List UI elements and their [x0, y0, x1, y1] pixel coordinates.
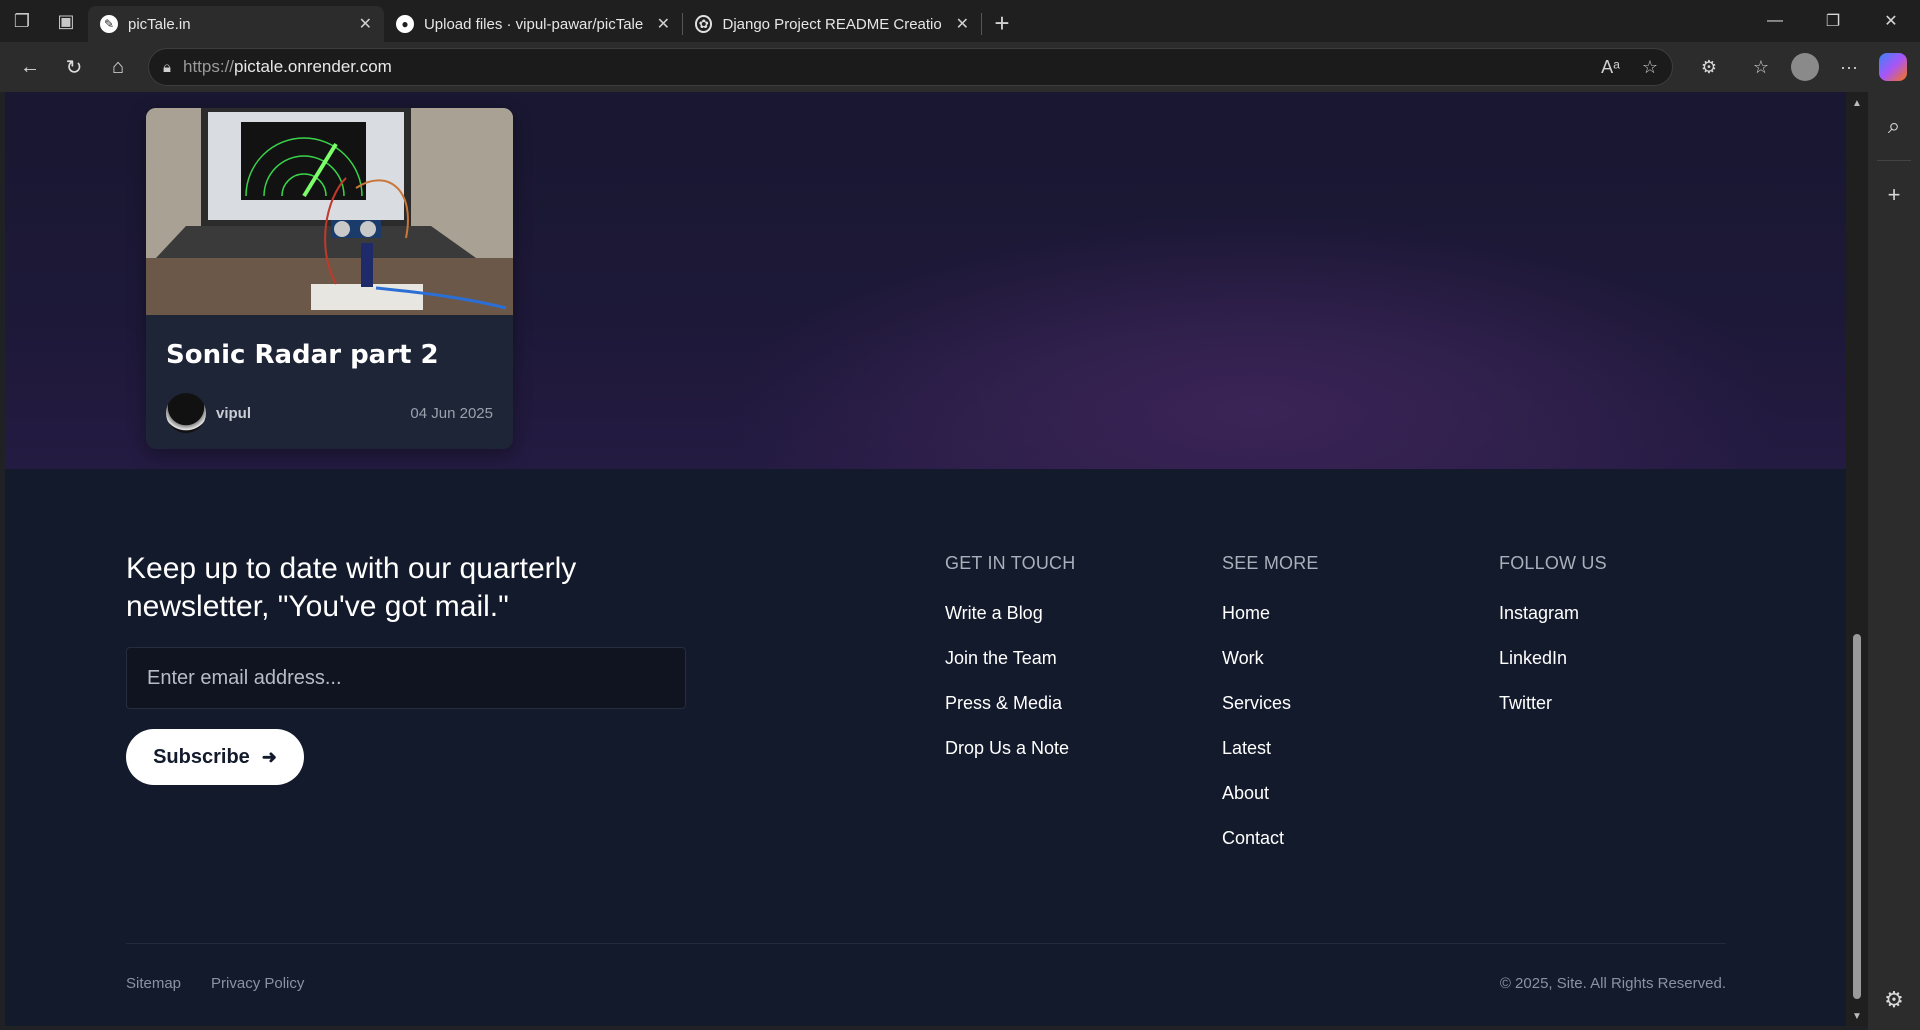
settings-gear-icon[interactable]: ⚙: [1874, 980, 1914, 1020]
edge-sidebar: ⌕ + ⚙: [1868, 92, 1920, 1030]
scrollbar-thumb[interactable]: [1853, 634, 1861, 999]
post-card[interactable]: Sonic Radar part 2 vipul 04 Jun 2025: [146, 108, 513, 449]
post-meta: vipul 04 Jun 2025: [166, 393, 493, 433]
browser-toolbar: ← ↻ ⌂ 🔒︎ https:// pictale.onrender.com A…: [0, 42, 1920, 92]
footer-column-see-more: SEE MORE Home Work Services Latest About…: [1222, 553, 1319, 872]
sitemap-link[interactable]: Sitemap: [126, 975, 181, 992]
tab-pictale[interactable]: ✎ picTale.in ✕: [88, 6, 384, 42]
url-scheme: https://: [182, 57, 235, 76]
restore-icon[interactable]: ❐: [1804, 0, 1862, 42]
footer-link[interactable]: Services: [1222, 692, 1319, 737]
close-tab-icon[interactable]: ✕: [345, 14, 372, 34]
footer-bottom-links: Sitemap Privacy Policy: [126, 975, 304, 992]
favorite-star-icon[interactable]: ☆: [1642, 57, 1658, 78]
footer-column-follow-us: FOLLOW US Instagram LinkedIn Twitter: [1499, 553, 1607, 737]
footer-link[interactable]: Home: [1222, 602, 1319, 647]
scroll-down-icon[interactable]: ▼: [1852, 1011, 1862, 1022]
newsletter-heading: Keep up to date with our quarterly newsl…: [126, 552, 577, 623]
lock-icon[interactable]: 🔒︎: [163, 59, 171, 76]
extensions-icon[interactable]: ⚙: [1687, 47, 1731, 87]
footer-column-heading: FOLLOW US: [1499, 553, 1607, 573]
footer-link[interactable]: Contact: [1222, 827, 1319, 872]
address-bar[interactable]: 🔒︎ https:// pictale.onrender.com A͏ᵃ ☆: [148, 48, 1673, 86]
post-author: vipul: [216, 404, 252, 422]
home-icon[interactable]: ⌂: [96, 47, 140, 87]
footer-link[interactable]: Twitter: [1499, 692, 1607, 737]
address-bar-actions: A͏ᵃ ☆: [1601, 57, 1658, 78]
refresh-icon[interactable]: ↻: [52, 47, 96, 87]
read-aloud-icon[interactable]: A͏ᵃ: [1601, 57, 1620, 78]
close-tab-icon[interactable]: ✕: [942, 14, 969, 34]
footer-column-heading: GET IN TOUCH: [945, 553, 1076, 573]
more-menu-icon[interactable]: ···: [1827, 47, 1871, 87]
subscribe-button[interactable]: Subscribe ➜: [126, 729, 304, 785]
footer-link[interactable]: Join the Team: [945, 647, 1075, 692]
footer-link[interactable]: Drop Us a Note: [945, 737, 1075, 782]
toolbar-right: ⚙ ☆ ···: [1687, 47, 1907, 87]
close-window-icon[interactable]: ✕: [1862, 0, 1920, 42]
tab-chatgpt[interactable]: ✿ Django Project README Creation ✕: [683, 6, 981, 42]
close-tab-icon[interactable]: ✕: [643, 14, 670, 34]
url-host: pictale.onrender.com: [234, 57, 392, 76]
vertical-tabs-icon[interactable]: ▣: [44, 0, 88, 42]
arrow-right-icon: ➜: [261, 746, 277, 767]
footer-link[interactable]: Instagram: [1499, 602, 1607, 647]
posts-section: Sonic Radar part 2 vipul 04 Jun 2025: [5, 92, 1846, 469]
arduino-radar-photo: [146, 108, 513, 315]
footer-link[interactable]: Write a Blog: [945, 602, 1075, 647]
favorites-icon[interactable]: ☆: [1739, 47, 1783, 87]
post-title[interactable]: Sonic Radar part 2: [166, 340, 439, 370]
tab-title: picTale.in: [128, 15, 191, 33]
github-icon: ●: [396, 15, 414, 33]
tab-github[interactable]: ● Upload files · vipul-pawar/picTale ✕: [384, 6, 682, 42]
tab-title: Django Project README Creation: [722, 15, 942, 33]
page-scrollbar[interactable]: ▲ ▼: [1846, 92, 1868, 1026]
footer-link[interactable]: About: [1222, 782, 1319, 827]
footer-link[interactable]: Press & Media: [945, 692, 1075, 737]
new-tab-button[interactable]: +: [982, 5, 1022, 41]
subscribe-label: Subscribe: [153, 745, 250, 768]
add-icon[interactable]: +: [1874, 175, 1914, 215]
newsletter-email-input[interactable]: [126, 647, 686, 709]
footer-column-heading: SEE MORE: [1222, 553, 1319, 573]
footer-divider: [126, 943, 1726, 944]
window-controls: — ❐ ✕: [1746, 0, 1920, 42]
copyright-text: © 2025, Site. All Rights Reserved.: [1499, 975, 1726, 992]
footer-link[interactable]: Work: [1222, 647, 1319, 692]
author-avatar: [166, 393, 206, 433]
footer-link[interactable]: Latest: [1222, 737, 1319, 782]
post-thumbnail[interactable]: [146, 108, 513, 315]
footer-column-get-in-touch: GET IN TOUCH Write a Blog Join the Team …: [945, 553, 1075, 782]
footer-link[interactable]: LinkedIn: [1499, 647, 1607, 692]
post-date: 04 Jun 2025: [410, 404, 493, 422]
back-icon[interactable]: ←: [8, 47, 52, 87]
sidebar-divider: [1877, 160, 1911, 161]
profile-avatar[interactable]: [1791, 53, 1819, 81]
site-footer: Keep up to date with our quarterly newsl…: [5, 469, 1846, 1026]
openai-icon: ✿: [695, 15, 713, 33]
minimize-icon[interactable]: —: [1746, 0, 1804, 42]
page-viewport: Sonic Radar part 2 vipul 04 Jun 2025 Kee…: [5, 92, 1846, 1026]
workspaces-icon[interactable]: ❐: [0, 0, 44, 42]
privacy-policy-link[interactable]: Privacy Policy: [211, 975, 304, 992]
tab-title: Upload files · vipul-pawar/picTale: [423, 15, 643, 33]
pictale-favicon: ✎: [100, 15, 118, 33]
tab-bar: ❐ ▣ ✎ picTale.in ✕ ● Upload files · vipu…: [0, 0, 1920, 42]
scroll-up-icon[interactable]: ▲: [1852, 98, 1862, 109]
copilot-icon[interactable]: [1879, 53, 1907, 81]
search-icon[interactable]: ⌕: [1874, 106, 1914, 146]
